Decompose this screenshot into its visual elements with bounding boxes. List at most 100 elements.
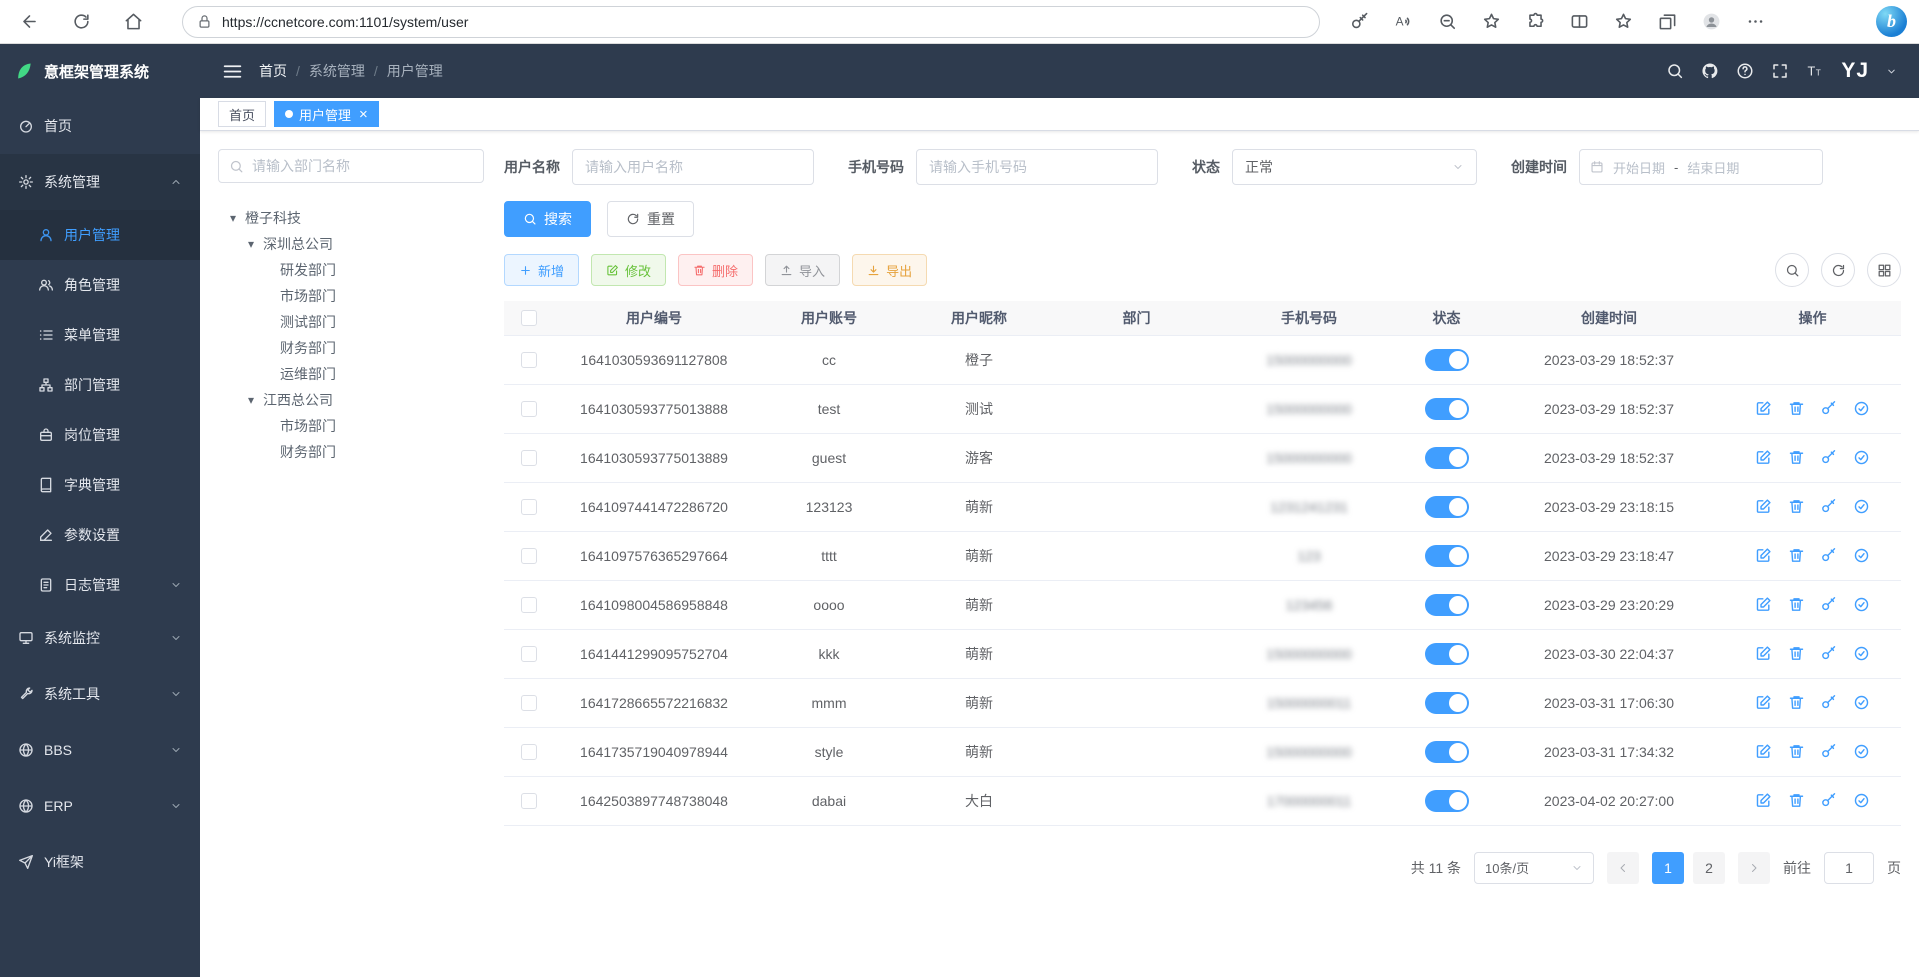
sidebar-item[interactable]: 用户管理 [0,210,200,260]
assign-role-icon[interactable] [1853,694,1870,711]
breadcrumb-item[interactable]: 用户管理 [387,61,443,81]
next-page-button[interactable] [1738,852,1770,884]
assign-role-icon[interactable] [1853,596,1870,613]
edit-icon[interactable] [1755,792,1772,809]
status-select[interactable]: 正常 [1232,149,1477,185]
reset-password-icon[interactable] [1820,498,1837,515]
help-icon[interactable] [1736,62,1754,80]
edit-icon[interactable] [1755,645,1772,662]
delete-icon[interactable] [1788,694,1805,711]
reset-password-icon[interactable] [1820,449,1837,466]
refresh-table-button[interactable] [1821,253,1855,287]
tree-node[interactable]: ▾ 深圳总公司 [218,231,484,257]
delete-icon[interactable] [1788,547,1805,564]
edit-icon[interactable] [1755,547,1772,564]
home-button[interactable] [116,5,150,39]
status-toggle[interactable] [1425,398,1469,420]
delete-icon[interactable] [1788,400,1805,417]
breadcrumb-item[interactable]: 首页 [259,61,287,81]
import-button[interactable]: 导入 [765,254,840,286]
tree-node[interactable]: 市场部门 [218,283,484,309]
export-button[interactable]: 导出 [852,254,927,286]
row-checkbox[interactable] [521,793,537,809]
modify-button[interactable]: 修改 [591,254,666,286]
zoom-icon[interactable] [1430,5,1464,39]
row-checkbox[interactable] [521,401,537,417]
delete-icon[interactable] [1788,743,1805,760]
search-button[interactable]: 搜索 [504,201,591,237]
sidebar-item[interactable]: 系统管理 [0,154,200,210]
tree-node[interactable]: 测试部门 [218,309,484,335]
row-checkbox[interactable] [521,548,537,564]
sidebar-item[interactable]: ERP [0,778,200,834]
page-button[interactable]: 1 [1652,852,1684,884]
reset-password-icon[interactable] [1820,645,1837,662]
tab-item[interactable]: 首页 [218,101,266,127]
sidebar-item[interactable]: 部门管理 [0,360,200,410]
delete-icon[interactable] [1788,498,1805,515]
sidebar-toggle-icon[interactable] [222,61,243,82]
username-input[interactable] [572,149,814,185]
prev-page-button[interactable] [1607,852,1639,884]
bing-sidebar-button[interactable]: b [1876,6,1907,37]
status-toggle[interactable] [1425,643,1469,665]
edit-icon[interactable] [1755,400,1772,417]
reset-password-icon[interactable] [1820,743,1837,760]
favorites-add-icon[interactable] [1474,5,1508,39]
status-toggle[interactable] [1425,349,1469,371]
sidebar-item[interactable]: 首页 [0,98,200,154]
github-icon[interactable] [1701,62,1719,80]
sidebar-item[interactable]: 角色管理 [0,260,200,310]
font-size-icon[interactable]: TT [1806,62,1824,80]
extensions-icon[interactable] [1518,5,1552,39]
assign-role-icon[interactable] [1853,449,1870,466]
columns-setting-button[interactable] [1867,253,1901,287]
sidebar-item[interactable]: 参数设置 [0,510,200,560]
tree-node[interactable]: 市场部门 [218,413,484,439]
delete-button[interactable]: 删除 [678,254,753,286]
delete-icon[interactable] [1788,645,1805,662]
sidebar-item[interactable]: Yi框架 [0,834,200,890]
collections-icon[interactable] [1650,5,1684,39]
assign-role-icon[interactable] [1853,498,1870,515]
toggle-search-button[interactable] [1775,253,1809,287]
reset-password-icon[interactable] [1820,792,1837,809]
goto-page-input[interactable] [1824,852,1874,884]
edit-icon[interactable] [1755,596,1772,613]
settings-menu-icon[interactable] [1738,5,1772,39]
reset-button[interactable]: 重置 [607,201,694,237]
sidebar-item[interactable]: 日志管理 [0,560,200,610]
tab-active[interactable]: 用户管理 × [274,101,379,127]
phone-input[interactable] [916,149,1158,185]
page-button[interactable]: 2 [1693,852,1725,884]
sidebar-item[interactable]: 岗位管理 [0,410,200,460]
reset-password-icon[interactable] [1820,400,1837,417]
status-toggle[interactable] [1425,741,1469,763]
status-toggle[interactable] [1425,692,1469,714]
split-screen-icon[interactable] [1562,5,1596,39]
tree-node[interactable]: 研发部门 [218,257,484,283]
status-toggle[interactable] [1425,594,1469,616]
search-icon[interactable] [1666,62,1684,80]
delete-icon[interactable] [1788,449,1805,466]
dept-search-input[interactable] [252,158,473,174]
password-key-icon[interactable] [1342,5,1376,39]
date-range-picker[interactable]: 开始日期 - 结束日期 [1579,149,1823,185]
sidebar-item[interactable]: 菜单管理 [0,310,200,360]
assign-role-icon[interactable] [1853,645,1870,662]
reset-password-icon[interactable] [1820,596,1837,613]
refresh-button[interactable] [64,5,98,39]
row-checkbox[interactable] [521,352,537,368]
page-size-select[interactable]: 10条/页 [1474,852,1594,884]
row-checkbox[interactable] [521,597,537,613]
status-toggle[interactable] [1425,496,1469,518]
assign-role-icon[interactable] [1853,743,1870,760]
status-toggle[interactable] [1425,790,1469,812]
delete-icon[interactable] [1788,792,1805,809]
row-checkbox[interactable] [521,450,537,466]
fullscreen-icon[interactable] [1771,62,1789,80]
sidebar-item[interactable]: BBS [0,722,200,778]
edit-icon[interactable] [1755,498,1772,515]
tree-node[interactable]: ▾ 江西总公司 [218,387,484,413]
breadcrumb-item[interactable]: 系统管理 [309,61,365,81]
